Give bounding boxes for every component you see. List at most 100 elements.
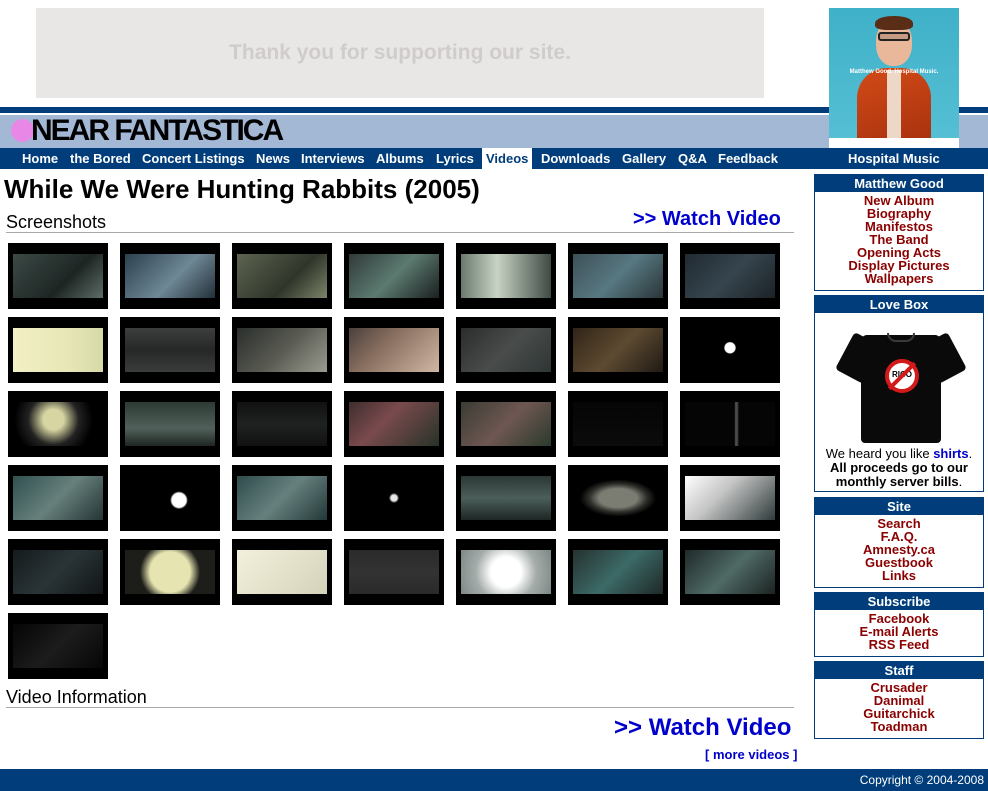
tshirt-image[interactable]: RICO — [815, 313, 985, 445]
screenshot-thumbnail[interactable] — [120, 465, 220, 531]
album-cover-image[interactable]: Matthew Good. Hospital Music. — [829, 8, 959, 138]
screenshot-frame — [461, 550, 551, 594]
screenshot-thumbnail[interactable] — [8, 243, 108, 309]
sidebar-link-links[interactable]: Links — [815, 569, 983, 582]
screenshot-frame — [573, 254, 663, 298]
screenshot-thumbnail[interactable] — [680, 539, 780, 605]
screenshot-thumbnail[interactable] — [568, 465, 668, 531]
shirts-link[interactable]: shirts — [933, 446, 968, 461]
sidebar-heading-love-box: Love Box — [815, 296, 983, 313]
screenshot-frame — [13, 328, 103, 372]
screenshot-thumbnail[interactable] — [680, 391, 780, 457]
screenshot-frame — [349, 402, 439, 446]
screenshot-thumbnail[interactable] — [456, 391, 556, 457]
screenshot-frame — [237, 328, 327, 372]
screenshot-thumbnail[interactable] — [120, 317, 220, 383]
sidebar-heading-site: Site — [815, 498, 983, 515]
nav-item-albums[interactable]: Albums — [376, 148, 424, 169]
screenshot-thumbnail[interactable] — [680, 465, 780, 531]
ad-banner[interactable]: Thank you for supporting our site. — [36, 8, 764, 98]
sidebar-box-love-box: Love Box RICO We heard you like shirts. … — [814, 295, 984, 492]
nav-item-hospital-music[interactable]: Hospital Music — [848, 148, 940, 169]
screenshot-thumbnail[interactable] — [344, 465, 444, 531]
screenshot-frame — [349, 328, 439, 372]
nav-item-concert-listings[interactable]: Concert Listings — [142, 148, 245, 169]
screenshot-thumbnail[interactable] — [8, 539, 108, 605]
nav-item-qa[interactable]: Q&A — [678, 148, 707, 169]
screenshot-frame — [125, 402, 215, 446]
screenshot-thumbnail[interactable] — [232, 391, 332, 457]
screenshot-thumbnail[interactable] — [8, 391, 108, 457]
screenshot-frame — [685, 402, 775, 446]
screenshot-grid — [8, 243, 792, 679]
copyright-text: Copyright © 2004-2008 — [859, 773, 984, 787]
screenshot-thumbnail[interactable] — [120, 243, 220, 309]
love-box-note-end: . — [958, 474, 963, 489]
nav-item-the-bored[interactable]: the Bored — [70, 148, 131, 169]
video-information-divider — [6, 707, 794, 708]
nav-item-feedback[interactable]: Feedback — [718, 148, 778, 169]
screenshot-frame — [13, 254, 103, 298]
album-figure-hair — [875, 16, 913, 30]
screenshot-thumbnail[interactable] — [568, 243, 668, 309]
screenshot-frame — [237, 476, 327, 520]
sidebar-box-matthew-good: Matthew Good New Album Biography Manifes… — [814, 174, 984, 291]
screenshot-thumbnail[interactable] — [456, 317, 556, 383]
screenshot-thumbnail[interactable] — [8, 613, 108, 679]
nav-item-lyrics[interactable]: Lyrics — [436, 148, 474, 169]
screenshot-thumbnail[interactable] — [456, 539, 556, 605]
screenshot-frame — [685, 328, 775, 372]
screenshot-thumbnail[interactable] — [8, 317, 108, 383]
screenshot-thumbnail[interactable] — [344, 539, 444, 605]
nav-item-gallery[interactable]: Gallery — [622, 148, 666, 169]
screenshot-frame — [13, 624, 103, 668]
sidebar-heading-subscribe: Subscribe — [815, 593, 983, 610]
sidebar-box-staff: Staff Crusader Danimal Guitarchick Toadm… — [814, 661, 984, 739]
screenshot-thumbnail[interactable] — [344, 391, 444, 457]
screenshot-frame — [13, 476, 103, 520]
screenshot-thumbnail[interactable] — [680, 317, 780, 383]
sidebar-link-toadman[interactable]: Toadman — [815, 720, 983, 733]
screenshot-thumbnail[interactable] — [344, 243, 444, 309]
sidebar-box-site: Site Search F.A.Q. Amnesty.ca Guestbook … — [814, 497, 984, 588]
screenshot-thumbnail[interactable] — [680, 243, 780, 309]
screenshot-thumbnail[interactable] — [8, 465, 108, 531]
brand-band-right — [959, 115, 988, 148]
sidebar-link-rss-feed[interactable]: RSS Feed — [815, 638, 983, 651]
album-cover-caption: Matthew Good. Hospital Music. — [849, 69, 939, 75]
screenshot-thumbnail[interactable] — [568, 391, 668, 457]
screenshot-frame — [685, 254, 775, 298]
screenshot-thumbnail[interactable] — [232, 317, 332, 383]
nav-item-downloads[interactable]: Downloads — [541, 148, 610, 169]
screenshot-thumbnail[interactable] — [232, 243, 332, 309]
screenshot-frame — [461, 328, 551, 372]
nav-item-videos[interactable]: Videos — [482, 148, 533, 169]
main-nav: Home the Bored Concert Listings News Int… — [0, 148, 988, 169]
sidebar-heading-matthew-good: Matthew Good — [815, 175, 983, 192]
nav-item-news[interactable]: News — [256, 148, 290, 169]
love-box-text-suffix: . — [968, 446, 973, 461]
love-box-note: All proceeds go to our monthly server bi… — [830, 460, 968, 489]
screenshot-thumbnail[interactable] — [456, 243, 556, 309]
screenshot-thumbnail[interactable] — [120, 539, 220, 605]
watch-video-link-top[interactable]: >> Watch Video — [633, 208, 781, 231]
video-information-heading: Video Information — [6, 687, 147, 707]
album-figure-glasses — [878, 32, 910, 41]
more-videos-link[interactable]: [ more videos ] — [705, 747, 797, 762]
screenshot-thumbnail[interactable] — [568, 317, 668, 383]
screenshot-thumbnail[interactable] — [120, 391, 220, 457]
screenshot-thumbnail[interactable] — [232, 539, 332, 605]
nav-item-interviews[interactable]: Interviews — [301, 148, 365, 169]
screenshot-thumbnail[interactable] — [568, 539, 668, 605]
watch-video-link-bottom[interactable]: >> Watch Video — [614, 714, 791, 742]
site-logo[interactable]: NEAR FANTASTICA — [31, 114, 284, 148]
screenshot-thumbnail[interactable] — [344, 317, 444, 383]
love-box-text-prefix: We heard you like — [825, 446, 934, 461]
screenshot-frame — [573, 328, 663, 372]
screenshot-thumbnail[interactable] — [456, 465, 556, 531]
screenshot-frame — [461, 476, 551, 520]
nav-item-home[interactable]: Home — [22, 148, 58, 169]
sidebar-link-wallpapers[interactable]: Wallpapers — [815, 272, 983, 285]
screenshot-frame — [349, 254, 439, 298]
screenshot-thumbnail[interactable] — [232, 465, 332, 531]
